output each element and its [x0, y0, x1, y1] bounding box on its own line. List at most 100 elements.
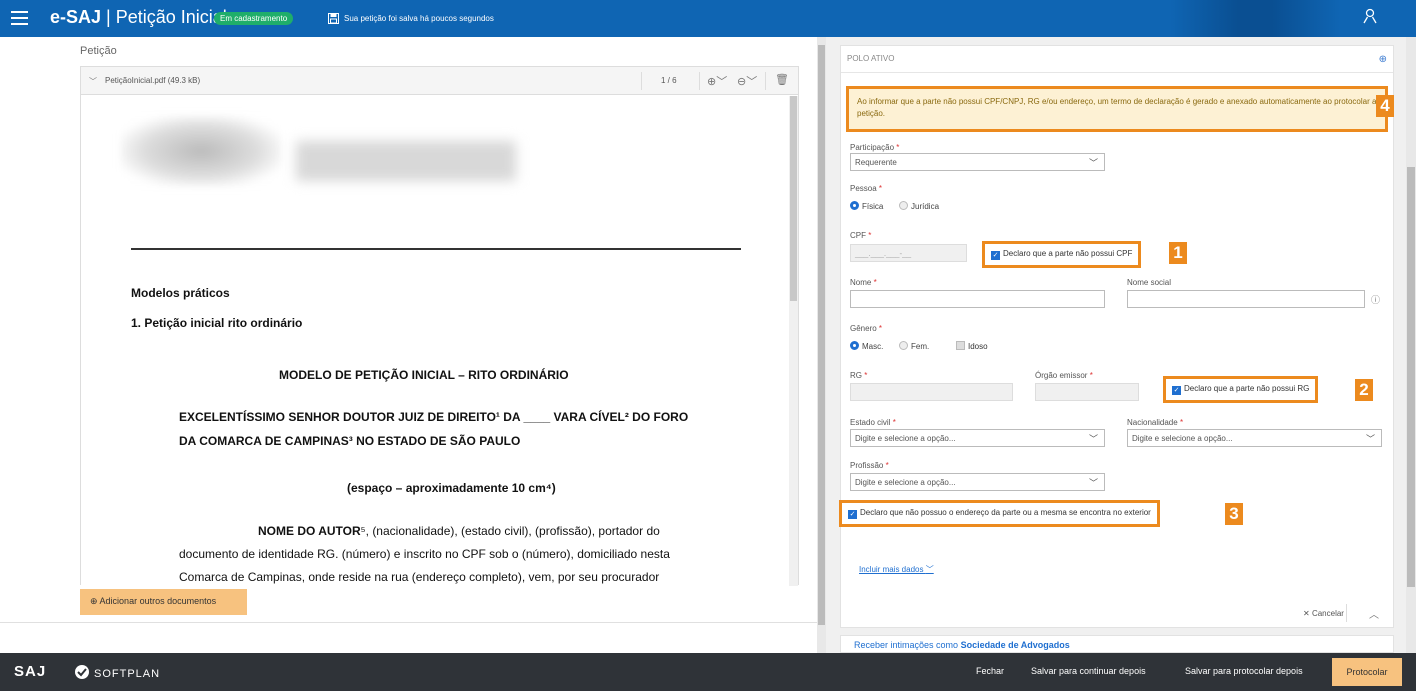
save-protocol-later-button[interactable]: Salvar para protocolar depois [1185, 666, 1303, 676]
header-rule [131, 248, 741, 250]
include-more-data-text: Incluir mais dados [859, 565, 924, 574]
idoso-checkbox[interactable]: Idoso [956, 341, 988, 351]
required-mark: * [878, 324, 883, 333]
divider [0, 622, 817, 623]
info-icon[interactable]: ⓘ [1371, 293, 1380, 306]
rg-label: RG * [850, 371, 867, 380]
add-icon[interactable]: ⊕ [1379, 54, 1387, 65]
rg-input[interactable] [850, 383, 1013, 401]
cpf-input[interactable]: ___.___.___-__ [850, 244, 967, 262]
estado-civil-select[interactable]: Digite e selecione a opção... ﹀ [850, 429, 1105, 447]
profissao-label-text: Profissão [850, 461, 884, 470]
section-title-peticao: Petição [80, 45, 117, 57]
chevron-down-icon[interactable]: ﹀ [89, 76, 97, 87]
pessoa-label-text: Pessoa [850, 184, 877, 193]
radio-juridica[interactable]: Jurídica [899, 201, 939, 211]
close-icon: ✕ [1303, 609, 1312, 618]
orgao-label-text: Órgão emissor [1035, 371, 1088, 380]
pdf-viewer-header: ﹀ PetiçãoInicial.pdf (49.3 kB) 1 / 6 ⊕﹀ … [81, 67, 798, 95]
chevron-up-icon[interactable]: ︿ [1369, 606, 1379, 621]
left-scrollbar[interactable] [817, 37, 826, 653]
required-mark: * [878, 184, 883, 193]
no-rg-checkbox[interactable]: ✓ Declaro que a parte não possui RG [1162, 376, 1319, 403]
radio-fisica-label: Física [862, 202, 884, 211]
polo-ativo-card: POLO ATIVO ⊕ Ao informar que a parte não… [839, 45, 1394, 628]
card-title: POLO ATIVO [847, 54, 895, 63]
save-status-text: Sua petição foi salva há poucos segundos [344, 14, 494, 23]
blurred-user-info [1170, 0, 1340, 37]
saj-logo: SAJ [14, 663, 47, 680]
brand-name: e-SAJ [50, 7, 102, 27]
pdf-page: Modelos práticos 1. Petição inicial rito… [81, 96, 789, 586]
doc-address-line1: EXCELENTÍSSIMO SENHOR DOUTOR JUIZ DE DIR… [179, 410, 689, 424]
document-pane: Petição ﹀ PetiçãoInicial.pdf (49.3 kB) 1… [0, 37, 817, 653]
pdf-viewer: ﹀ PetiçãoInicial.pdf (49.3 kB) 1 / 6 ⊕﹀ … [80, 66, 799, 586]
blurred-logo [121, 116, 281, 186]
nome-label: Nome * [850, 278, 877, 287]
checkmark-icon: ✓ [991, 251, 1000, 260]
checkbox-empty-icon [956, 341, 965, 350]
include-more-data-link[interactable]: Incluir mais dados ﹀ [859, 564, 934, 575]
profissao-select[interactable]: Digite e selecione a opção... ﹀ [850, 473, 1105, 491]
nome-social-input[interactable] [1127, 290, 1365, 308]
doc-body-line3: Comarca de Campinas, onde reside na rua … [179, 570, 660, 584]
marker-4: 4 [1376, 95, 1394, 117]
save-icon [328, 13, 339, 24]
required-mark: * [873, 278, 877, 287]
save-continue-button[interactable]: Salvar para continuar depois [1031, 666, 1146, 676]
add-documents-button[interactable]: ⊕ Adicionar outros documentos [80, 589, 247, 615]
profissao-label: Profissão * [850, 461, 889, 470]
user-icon[interactable] [1362, 8, 1378, 24]
trash-icon[interactable]: 🗑 [775, 73, 789, 86]
receive-notifications-row[interactable]: Receber intimações como Sociedade de Adv… [840, 635, 1394, 653]
required-mark: * [1179, 418, 1184, 427]
doc-address-line2: DA COMARCA DE CAMPINAS³ NO ESTADO DE SÃO… [179, 434, 521, 448]
doc-body-line1-rest: ⁵, (nacionalidade), (estado civil), (pro… [360, 524, 660, 538]
radio-fem-label: Fem. [911, 342, 930, 351]
no-rg-label: Declaro que a parte não possui RG [1184, 384, 1310, 393]
orgao-emissor-input[interactable] [1035, 383, 1139, 401]
participacao-select[interactable]: Requerente ﹀ [850, 153, 1105, 171]
radio-empty-icon [899, 341, 908, 350]
participacao-label-text: Participação [850, 143, 895, 152]
protocolar-button[interactable]: Protocolar [1332, 658, 1402, 686]
participacao-label: Participação * [850, 143, 899, 152]
radio-masc[interactable]: Masc. [850, 341, 883, 351]
nome-label-text: Nome [850, 278, 872, 287]
nacionalidade-placeholder: Digite e selecione a opção... [1132, 434, 1233, 443]
radio-empty-icon [899, 201, 908, 210]
no-address-checkbox[interactable]: ✓ Declaro que não possuo o endereço da pa… [839, 500, 1160, 527]
radio-fisica[interactable]: Física [850, 201, 883, 211]
doc-space-note: (espaço – aproximadamente 10 cm⁴) [347, 481, 556, 495]
doc-model-title: MODELO DE PETIÇÃO INICIAL – RITO ORDINÁR… [279, 368, 569, 382]
form-pane: POLO ATIVO ⊕ Ao informar que a parte não… [826, 37, 1416, 653]
profissao-placeholder: Digite e selecione a opção... [855, 478, 956, 487]
nome-input[interactable] [850, 290, 1105, 308]
bottom-bar: SAJ SOFTPLAN Fechar Salvar para continua… [0, 653, 1416, 691]
right-scrollbar[interactable] [1406, 37, 1416, 653]
zoom-out-icon[interactable]: ⊖﹀ [737, 73, 757, 89]
marker-1: 1 [1169, 242, 1187, 264]
cancel-button[interactable]: ✕ Cancelar [1303, 609, 1344, 618]
hamburger-menu-icon[interactable] [11, 11, 28, 25]
chevron-down-icon: ﹀ [1088, 478, 1098, 488]
save-status: Sua petição foi salva há poucos segundos [328, 13, 494, 24]
pdf-scrollbar[interactable] [789, 96, 798, 586]
required-mark: * [885, 461, 889, 470]
radio-fem[interactable]: Fem. [899, 341, 929, 351]
no-cpf-checkbox[interactable]: ✓ Declaro que a parte não possui CPF [981, 241, 1142, 268]
zoom-in-icon[interactable]: ⊕﹀ [707, 73, 727, 89]
page-indicator: 1 / 6 [661, 76, 677, 85]
marker-3: 3 [1225, 503, 1243, 525]
radio-juridica-label: Jurídica [911, 202, 940, 211]
required-mark: * [896, 143, 900, 152]
receive-prefix: Receber intimações como [854, 640, 959, 650]
divider [1346, 604, 1347, 622]
nacionalidade-select[interactable]: Digite e selecione a opção... ﹀ [1127, 429, 1382, 447]
doc-body-line2: documento de identidade RG. (número) e i… [179, 547, 670, 561]
chevron-down-icon: ﹀ [925, 565, 934, 574]
idoso-label: Idoso [968, 342, 988, 351]
orgao-emissor-label: Órgão emissor * [1035, 371, 1093, 380]
estado-civil-label-text: Estado civil [850, 418, 891, 427]
close-button[interactable]: Fechar [976, 666, 1004, 676]
